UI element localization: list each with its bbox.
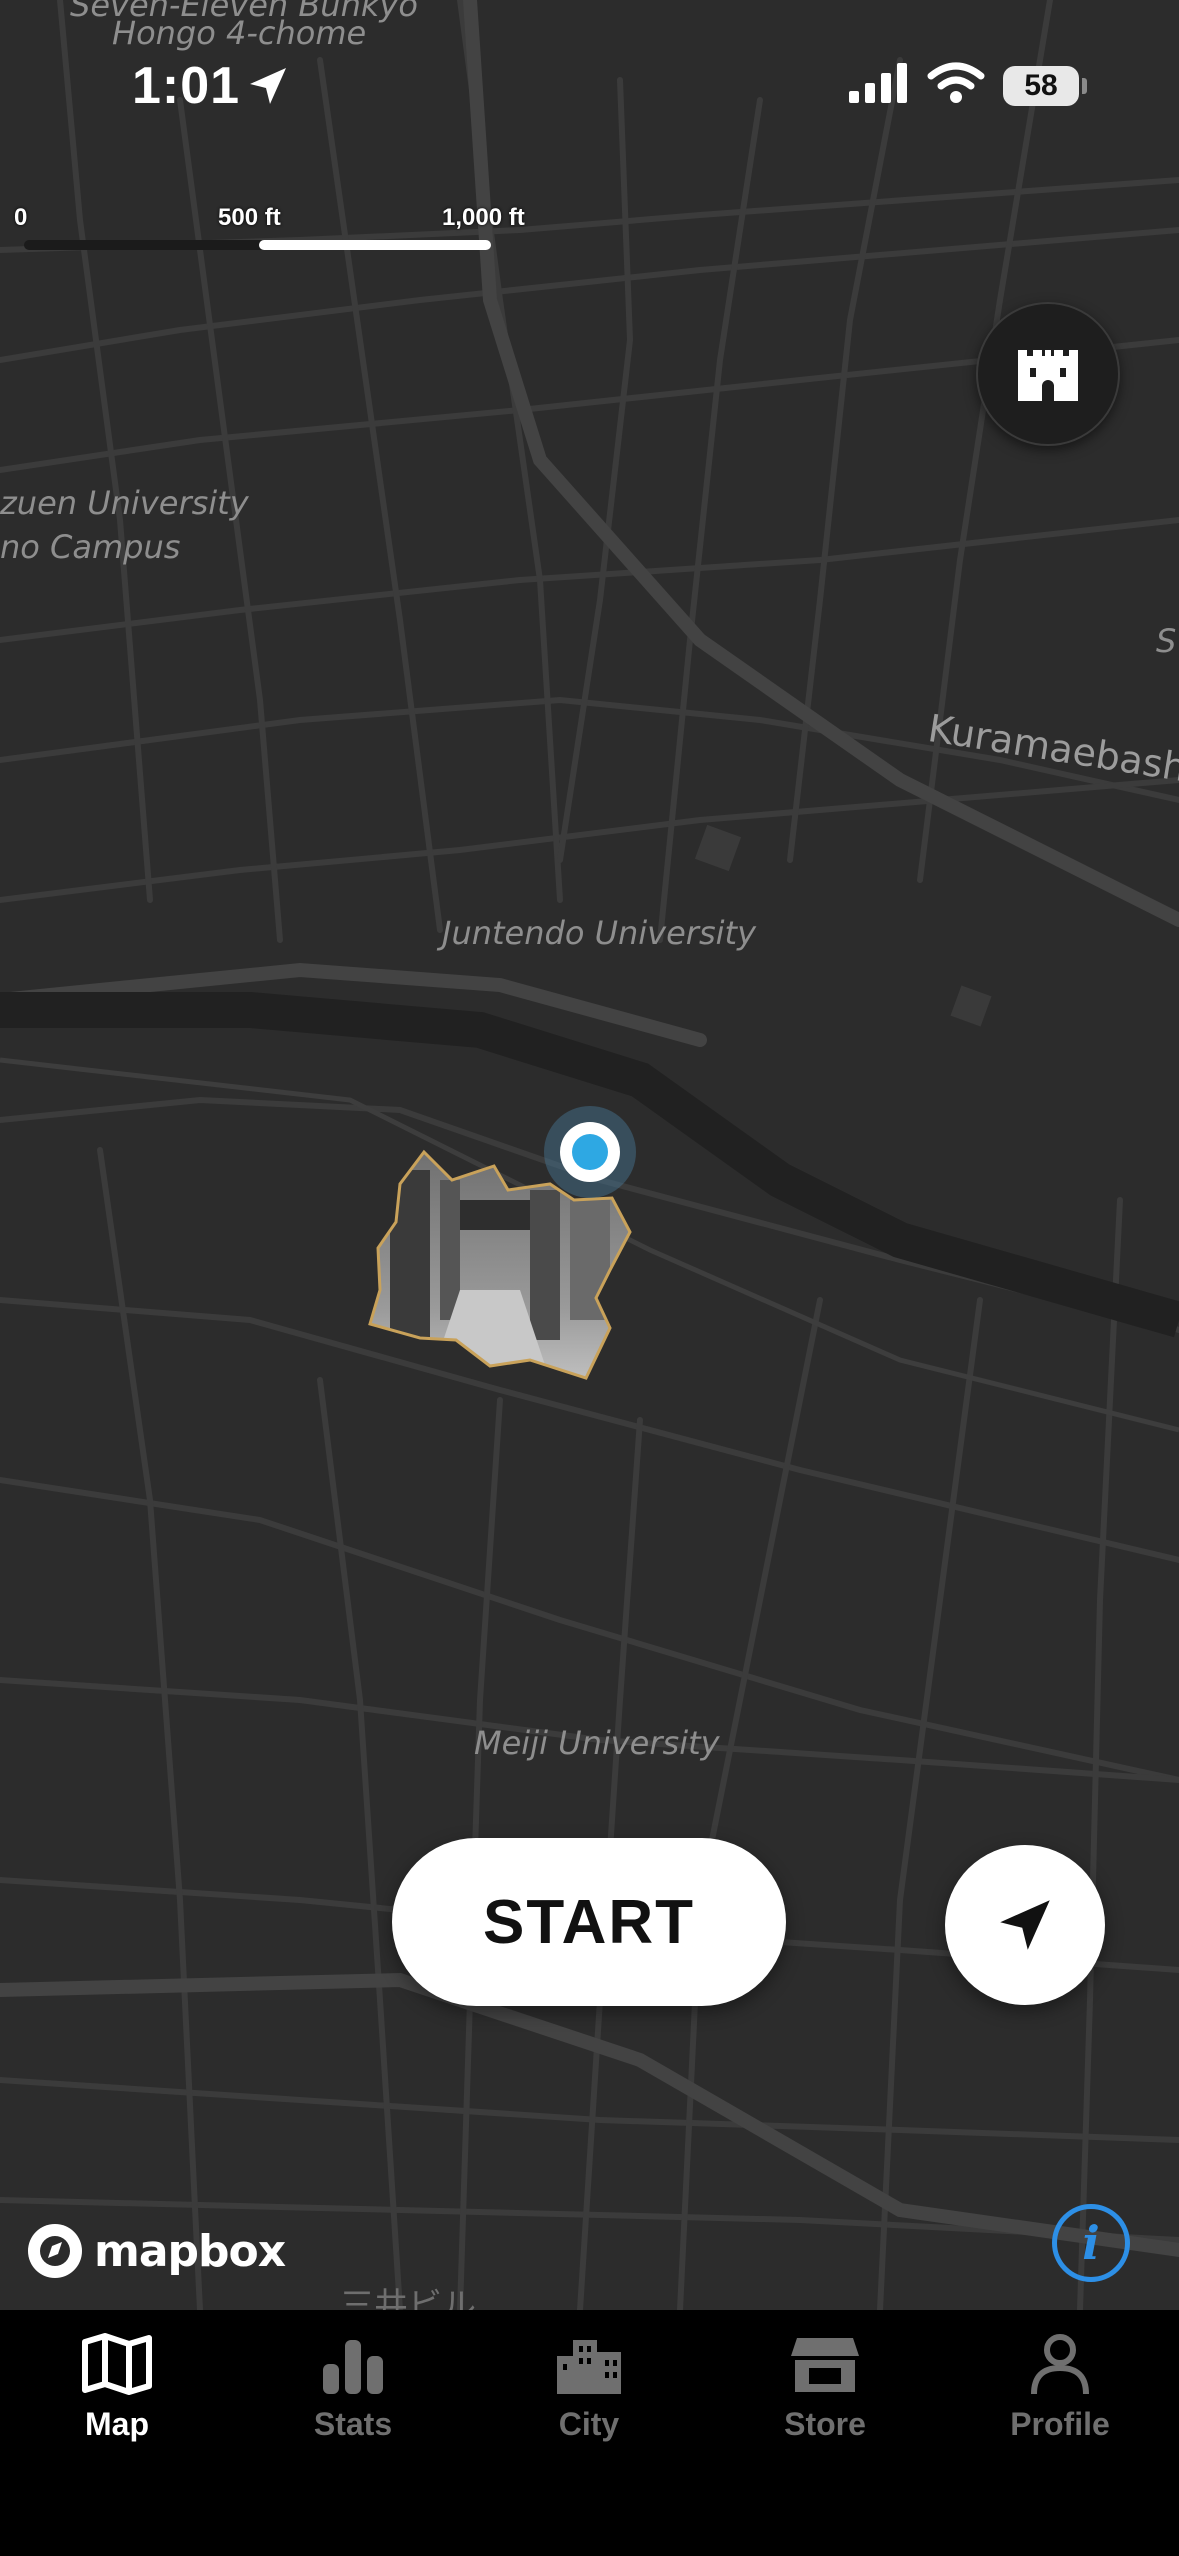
territory-photo-marker[interactable] [360, 1140, 680, 1420]
map-info-button[interactable]: i [1052, 2204, 1130, 2282]
person-icon [1031, 2334, 1089, 2395]
tab-map[interactable]: Map [17, 2332, 217, 2472]
city-icon [557, 2340, 621, 2394]
tab-store[interactable]: Store [725, 2332, 925, 2472]
start-button[interactable]: START [392, 1838, 786, 2006]
signal-icon [847, 63, 909, 108]
territories-button[interactable] [976, 302, 1120, 446]
user-location-dot-inner [572, 1134, 608, 1170]
place-label-university-1: zuen University [0, 484, 249, 522]
tab-label-city: City [558, 2406, 620, 2442]
navigation-arrow-icon [1000, 1900, 1050, 1950]
recenter-location-button[interactable] [945, 1845, 1105, 2005]
place-label-hongo: Hongo 4-chome [112, 14, 367, 52]
scale-label-0: 0 [14, 204, 28, 231]
tab-label-stats: Stats [313, 2406, 393, 2442]
tab-label-store: Store [784, 2406, 866, 2442]
place-label-meiji: Meiji University [474, 1724, 720, 1762]
tab-profile[interactable]: Profile [960, 2332, 1160, 2472]
tab-stats[interactable]: Stats [253, 2332, 453, 2472]
scale-bar-light [259, 240, 491, 250]
mapbox-wordmark: mapbox [94, 2225, 286, 2277]
scale-label-1000: 1,000 ft [442, 204, 525, 231]
tab-city[interactable]: City [489, 2332, 689, 2472]
battery-indicator: 58 [1003, 65, 1087, 106]
place-label-juntendo: Juntendo University [442, 914, 756, 952]
mapbox-attribution[interactable]: mapbox [26, 2222, 286, 2280]
mapbox-logo-icon [28, 2224, 82, 2278]
wifi-icon [927, 62, 985, 109]
status-indicators: 58 [847, 62, 1087, 109]
status-time: 1:01 [132, 57, 241, 115]
tab-label-map: Map [85, 2406, 149, 2442]
scale-label-500: 500 ft [218, 204, 281, 231]
bar-chart-icon [323, 2340, 383, 2394]
location-services-icon [244, 62, 292, 115]
castle-icon [1018, 350, 1078, 401]
tab-bar: Map Stats City Store Profile [0, 2310, 1179, 2556]
place-label-university-2: no Campus [0, 528, 181, 566]
place-label-edge: S [1156, 622, 1177, 660]
map-icon [82, 2333, 152, 2395]
tab-label-profile: Profile [1010, 2406, 1110, 2442]
store-icon [791, 2338, 859, 2392]
scale-bar-dark [24, 240, 274, 250]
map-scale: 0 500 ft 1,000 ft [14, 204, 614, 254]
